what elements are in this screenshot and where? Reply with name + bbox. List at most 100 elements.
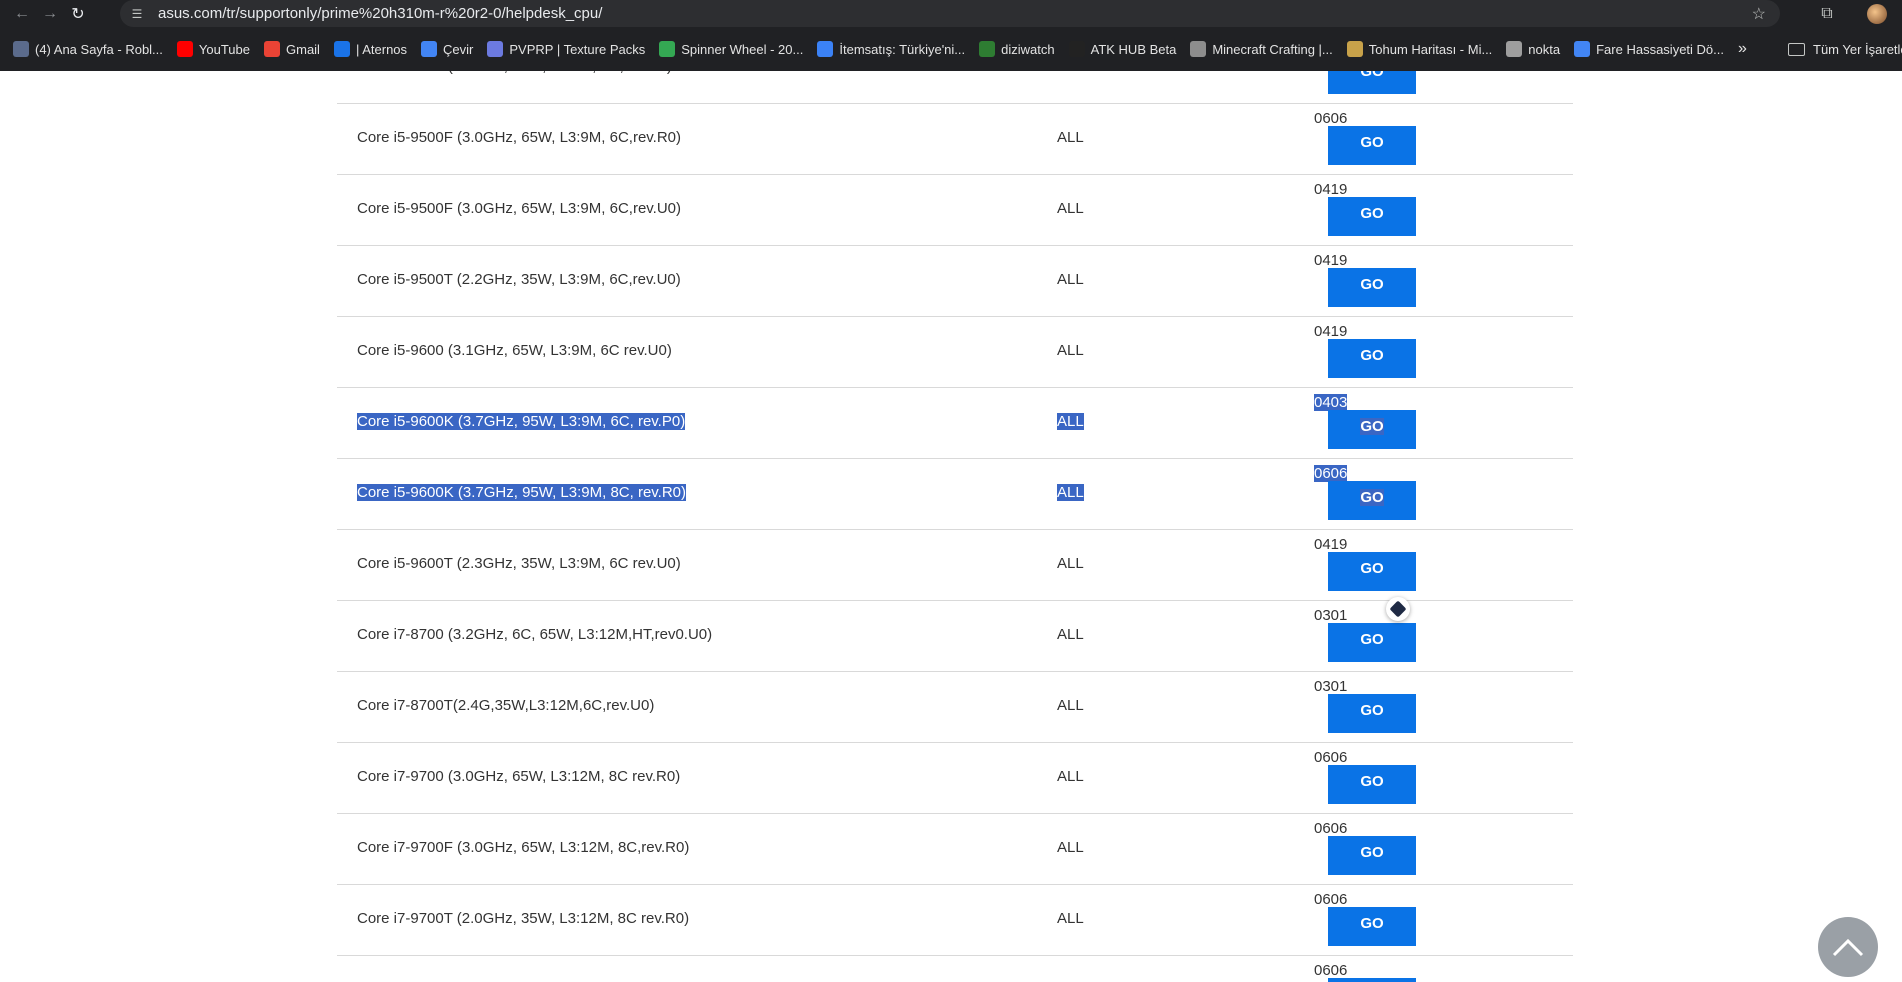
bios-version-cell: 0606 (1314, 110, 1348, 127)
type-cell: ALL (1057, 342, 1084, 359)
profile-button[interactable] (1852, 3, 1902, 24)
table-row: Core i5-9500 (3.0GHz, 65W, L3:9M, 6C,rev… (337, 71, 1573, 104)
bookmark-item[interactable]: İtemsatış: Türkiye'ni... (810, 35, 972, 63)
bios-version-cell: 0301 (1314, 678, 1348, 695)
reload-button[interactable]: ↻ (64, 0, 92, 27)
pvprp-icon (487, 41, 504, 57)
nokta-icon (1506, 41, 1523, 57)
bookmark-item[interactable]: ATK HUB Beta (1062, 35, 1184, 63)
extensions-icon[interactable]: ⧉ (1802, 5, 1852, 23)
browser-toolbar: ← → ↻ ☰ asus.com/tr/supportonly/prime%20… (0, 0, 1902, 27)
all-bookmarks-label: Tüm Yer İşaretleri (1813, 41, 1902, 57)
go-button[interactable]: GO (1328, 552, 1416, 591)
go-button-label: GO (1360, 915, 1384, 932)
bookmark-label: PVPRP | Texture Packs (509, 41, 646, 57)
bookmark-item[interactable]: Minecraft Crafting |... (1183, 35, 1339, 63)
bios-version-cell: 0419 (1314, 181, 1348, 198)
table-row: Core i5-9600K (3.7GHz, 95W, L3:9M, 8C, r… (337, 459, 1573, 530)
table-row: Core i5-9500T (2.2GHz, 35W, L3:9M, 6C,re… (337, 246, 1573, 317)
table-row: Core i9-9900 (3.1GHz, 65W, L3:16M, 8C re… (337, 956, 1573, 982)
go-button[interactable]: GO (1328, 71, 1416, 94)
type-cell: ALL (1057, 129, 1084, 146)
type-cell: ALL (1057, 71, 1084, 75)
table-row: Core i5-9500F (3.0GHz, 65W, L3:9M, 6C,re… (337, 175, 1573, 246)
bookmark-label: YouTube (198, 41, 250, 57)
arrow-left-icon: ← (14, 4, 30, 22)
go-button[interactable]: GO (1328, 907, 1416, 946)
cpu-model-cell: Core i7-9700T (2.0GHz, 35W, L3:12M, 8C r… (357, 910, 690, 927)
go-button-label: GO (1360, 560, 1384, 577)
bios-version-cell: 0606 (1314, 749, 1348, 766)
bookmark-item[interactable]: (4) Ana Sayfa - Robl... (6, 35, 170, 63)
url-text[interactable]: asus.com/tr/supportonly/prime%20h310m-r%… (158, 5, 602, 22)
cpu-model-cell: Core i7-9700F (3.0GHz, 65W, L3:12M, 8C,r… (357, 839, 690, 856)
forward-button[interactable]: → (36, 0, 64, 27)
minecraft-icon (1190, 41, 1207, 57)
bookmark-label: Fare Hassasiyeti Dö... (1596, 41, 1724, 57)
bookmark-item[interactable]: | Aternos (327, 35, 414, 63)
go-button[interactable]: GO (1328, 268, 1416, 307)
go-button-label: GO (1360, 702, 1384, 719)
back-button[interactable]: ← (8, 0, 36, 27)
google-icon (659, 41, 676, 57)
google-icon (1574, 41, 1591, 57)
bookmark-item[interactable]: PVPRP | Texture Packs (480, 35, 652, 63)
cpu-model-cell: Core i5-9500F (3.0GHz, 65W, L3:9M, 6C,re… (357, 200, 682, 217)
bios-version-cell: 0419 (1314, 252, 1348, 269)
star-bookmark-icon[interactable]: ☆ (1752, 4, 1766, 24)
table-row: Core i5-9600K (3.7GHz, 95W, L3:9M, 6C, r… (337, 388, 1573, 459)
bookmark-item[interactable]: Çevir (414, 35, 480, 63)
extension-floating-icon[interactable] (1386, 597, 1410, 621)
itemsatis-icon (817, 41, 834, 57)
go-button[interactable]: GO (1328, 126, 1416, 165)
go-button[interactable]: GO (1328, 694, 1416, 733)
type-cell: ALL (1057, 910, 1084, 927)
all-bookmarks-folder[interactable]: Tüm Yer İşaretleri (1788, 27, 1902, 71)
bookmark-label: Gmail (286, 41, 320, 57)
translate-icon (421, 41, 438, 57)
bios-version-cell: 0419 (1314, 536, 1348, 553)
bookmark-item[interactable]: YouTube (170, 35, 257, 63)
bookmarks-overflow-button[interactable]: » (1738, 27, 1747, 71)
go-button-label: GO (1360, 631, 1384, 648)
page-content: Core i5-9500 (3.0GHz, 65W, L3:9M, 6C,rev… (0, 71, 1902, 982)
go-button[interactable]: GO (1328, 765, 1416, 804)
type-cell: ALL (1057, 697, 1084, 714)
atk-icon (1068, 41, 1085, 57)
site-settings-icon[interactable]: ☰ (124, 7, 150, 21)
bios-version-cell: 0419 (1314, 323, 1348, 340)
bookmark-label: (4) Ana Sayfa - Robl... (35, 41, 163, 57)
go-button-label: GO (1360, 844, 1384, 861)
avatar (1867, 3, 1887, 24)
bookmark-item[interactable]: Fare Hassasiyeti Dö... (1567, 35, 1731, 63)
table-row: Core i7-9700T (2.0GHz, 35W, L3:12M, 8C r… (337, 885, 1573, 956)
table-row: Core i5-9600 (3.1GHz, 65W, L3:9M, 6C rev… (337, 317, 1573, 388)
go-button[interactable]: GO (1328, 623, 1416, 662)
bookmark-item[interactable]: Spinner Wheel - 20... (652, 35, 810, 63)
bookmark-label: Spinner Wheel - 20... (681, 41, 804, 57)
bookmark-item[interactable]: Tohum Haritası - Mi... (1340, 35, 1500, 63)
seedmap-icon (1346, 41, 1363, 57)
bookmark-item[interactable]: diziwatch (972, 35, 1061, 63)
scroll-to-top-button[interactable] (1818, 917, 1878, 977)
go-button[interactable]: GO (1328, 481, 1416, 520)
cpu-model-cell: Core i5-9600T (2.3GHz, 35W, L3:9M, 6C re… (357, 555, 681, 572)
go-button[interactable]: GO (1328, 339, 1416, 378)
go-button[interactable]: GO (1328, 410, 1416, 449)
bookmark-label: Çevir (443, 41, 474, 57)
address-bar[interactable]: ☰ asus.com/tr/supportonly/prime%20h310m-… (120, 0, 1780, 27)
cpu-support-table: Core i5-9500 (3.0GHz, 65W, L3:9M, 6C,rev… (337, 71, 1573, 982)
go-button[interactable]: GO (1328, 197, 1416, 236)
bookmark-item[interactable]: Gmail (257, 35, 327, 63)
go-button-label: GO (1360, 134, 1384, 151)
bookmark-label: İtemsatış: Türkiye'ni... (839, 41, 966, 57)
go-button[interactable]: GO (1328, 978, 1416, 982)
go-button-label: GO (1360, 347, 1384, 364)
go-button-label: GO (1360, 489, 1384, 506)
go-button[interactable]: GO (1328, 836, 1416, 875)
bookmark-item[interactable]: nokta (1499, 35, 1567, 63)
folder-icon (1788, 42, 1805, 56)
table-row: Core i5-9600T (2.3GHz, 35W, L3:9M, 6C re… (337, 530, 1573, 601)
type-cell: ALL (1057, 626, 1084, 643)
bios-version-cell: 0606 (1314, 891, 1348, 908)
